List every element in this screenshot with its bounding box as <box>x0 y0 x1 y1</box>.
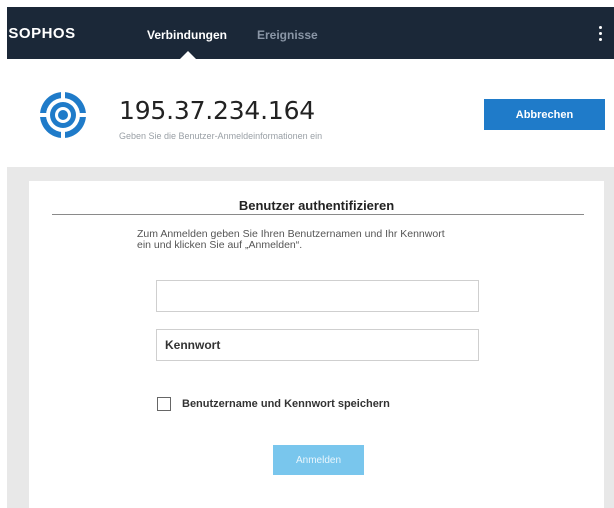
connection-address: 195.37.234.164 <box>119 96 316 125</box>
login-button[interactable]: Anmelden <box>273 445 364 475</box>
title-divider <box>52 214 584 215</box>
connection-subtitle: Geben Sie die Benutzer-Anmeldeinformatio… <box>119 131 323 141</box>
connection-header: 195.37.234.164 Geben Sie die Benutzer-An… <box>7 59 614 167</box>
more-menu-icon[interactable] <box>592 23 608 45</box>
auth-title: Benutzer authentifizieren <box>238 198 395 213</box>
auth-panel: Benutzer authentifizieren Zum Anmelden g… <box>29 181 604 508</box>
app-window: SOPHOS Verbindungen Ereignisse 195.37.23… <box>7 7 614 508</box>
instructions-line-2: ein und klicken Sie auf „Anmelden“. <box>137 239 303 251</box>
tab-ereignisse[interactable]: Ereignisse <box>257 28 318 42</box>
top-bar: SOPHOS Verbindungen Ereignisse <box>7 7 614 59</box>
brand-logo: SOPHOS <box>8 25 76 42</box>
auth-instructions: Zum Anmelden geben Sie Ihren Benutzernam… <box>137 229 537 251</box>
password-field[interactable] <box>156 329 479 361</box>
tab-verbindungen[interactable]: Verbindungen <box>147 28 227 42</box>
username-field[interactable] <box>156 280 479 312</box>
remember-checkbox[interactable] <box>157 397 171 411</box>
remember-label[interactable]: Benutzername und Kennwort speichern <box>182 398 390 410</box>
cancel-button[interactable]: Abbrechen <box>484 99 605 130</box>
active-tab-indicator <box>180 51 196 59</box>
sophos-target-icon <box>38 90 88 140</box>
